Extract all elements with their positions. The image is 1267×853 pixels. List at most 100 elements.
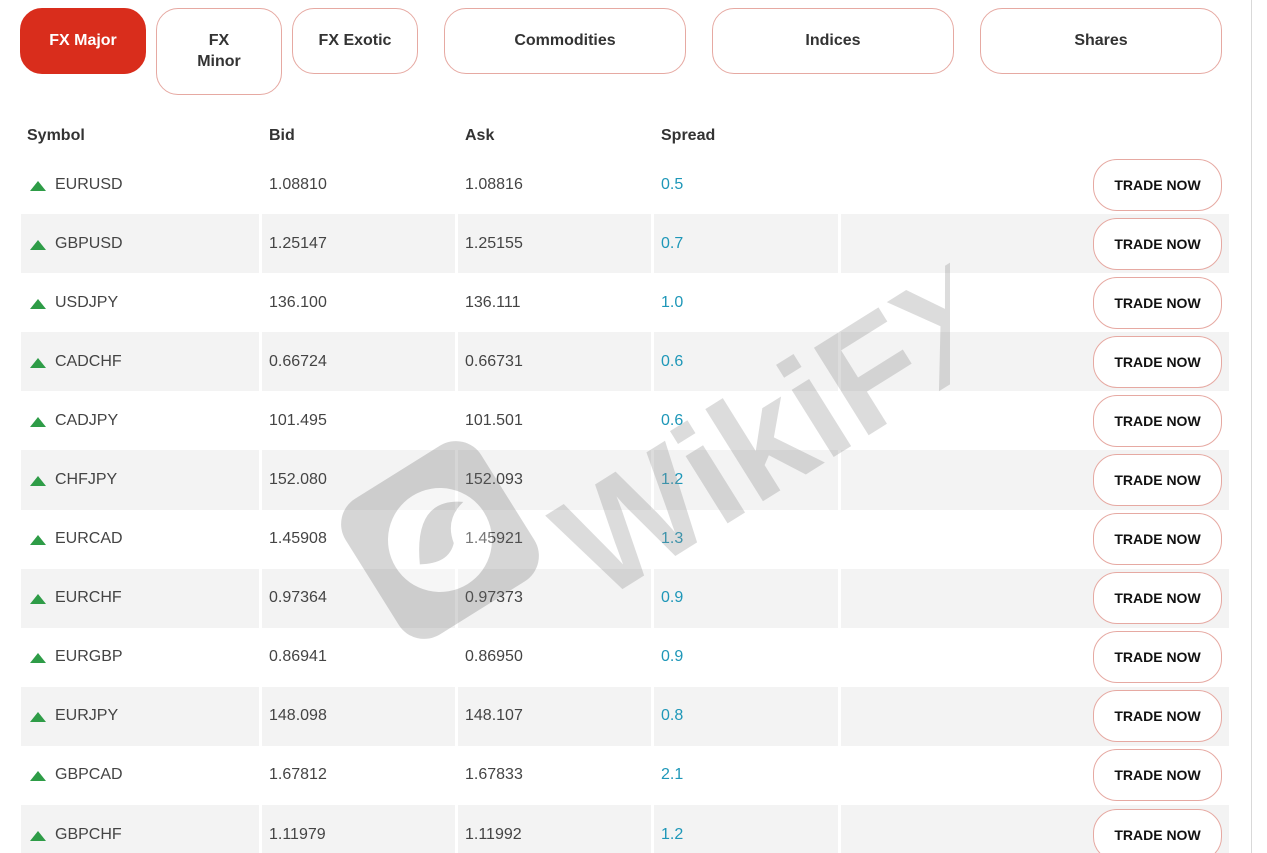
- market-tabs: FX Major FX Minor FX Exotic Commodities …: [0, 0, 1267, 100]
- table-row: EURCHF 0.97364 0.97373 0.9 TRADE NOW: [21, 568, 1229, 628]
- column-separator: [651, 686, 654, 746]
- column-separator: [838, 214, 841, 274]
- ask-cell: 152.093: [465, 471, 523, 489]
- trade-now-button[interactable]: TRADE NOW: [1093, 335, 1222, 388]
- tab-label: Commodities: [514, 31, 616, 49]
- bid-cell: 0.97364: [269, 589, 327, 607]
- header-ask: Ask: [465, 127, 495, 144]
- trade-now-button[interactable]: TRADE NOW: [1093, 631, 1222, 684]
- trend-up-icon: [30, 357, 46, 368]
- symbol-cell: EURUSD: [55, 175, 123, 193]
- bid-cell: 1.25147: [269, 234, 327, 252]
- trend-up-icon: [30, 239, 46, 250]
- trend-up-icon: [30, 298, 46, 309]
- ask-cell: 0.66731: [465, 352, 523, 370]
- column-separator: [455, 568, 458, 628]
- symbol-cell: EURCAD: [55, 530, 123, 548]
- trade-now-button[interactable]: TRADE NOW: [1093, 394, 1222, 447]
- trend-up-icon: [30, 771, 46, 782]
- symbol-cell: CADCHF: [55, 352, 122, 370]
- column-separator: [455, 214, 458, 274]
- bid-cell: 1.08810: [269, 175, 327, 193]
- table-row: EURGBP 0.86941 0.86950 0.9 TRADE NOW: [21, 628, 1229, 687]
- spread-cell: 2.1: [661, 766, 684, 784]
- column-separator: [259, 332, 262, 392]
- spread-cell: 0.9: [661, 589, 684, 607]
- bid-cell: 0.66724: [269, 352, 327, 370]
- trade-now-button[interactable]: TRADE NOW: [1093, 808, 1222, 853]
- bid-cell: 152.080: [269, 471, 327, 489]
- column-separator: [838, 686, 841, 746]
- column-separator: [651, 450, 654, 510]
- column-separator: [651, 568, 654, 628]
- spread-cell: 1.3: [661, 530, 684, 548]
- ask-cell: 148.107: [465, 707, 523, 725]
- symbol-cell: CHFJPY: [55, 471, 118, 489]
- ask-cell: 1.45921: [465, 530, 523, 548]
- symbol-cell: EURGBP: [55, 648, 123, 666]
- tab-label: FX Minor: [197, 31, 241, 70]
- column-separator: [455, 450, 458, 510]
- trade-now-button[interactable]: TRADE NOW: [1093, 749, 1222, 802]
- tab-fx-minor[interactable]: FX Minor: [156, 8, 282, 95]
- trade-now-button[interactable]: TRADE NOW: [1093, 217, 1222, 270]
- column-separator: [259, 805, 262, 853]
- table-row: CHFJPY 152.080 152.093 1.2 TRADE NOW: [21, 450, 1229, 510]
- bid-cell: 148.098: [269, 707, 327, 725]
- ask-cell: 0.86950: [465, 648, 523, 666]
- column-separator: [651, 805, 654, 853]
- spread-cell: 0.7: [661, 234, 684, 252]
- trade-now-button[interactable]: TRADE NOW: [1093, 454, 1222, 507]
- spread-cell: 1.2: [661, 471, 684, 489]
- spread-cell: 0.5: [661, 175, 684, 193]
- table-row: EURUSD 1.08810 1.08816 0.5 TRADE NOW: [21, 155, 1229, 214]
- spread-cell: 0.6: [661, 411, 684, 429]
- tab-label: Shares: [1074, 31, 1128, 49]
- table-header: Symbol Bid Ask Spread: [21, 117, 1229, 155]
- tab-commodities[interactable]: Commodities: [444, 8, 686, 74]
- bid-cell: 101.495: [269, 411, 327, 429]
- quotes-table: Symbol Bid Ask Spread EURUSD 1.08810 1.0…: [21, 117, 1229, 853]
- trade-now-button[interactable]: TRADE NOW: [1093, 276, 1222, 329]
- trend-up-icon: [30, 830, 46, 841]
- tab-shares[interactable]: Shares: [980, 8, 1222, 74]
- ask-cell: 1.11992: [465, 825, 522, 843]
- trend-up-icon: [30, 180, 46, 191]
- table-row: USDJPY 136.100 136.111 1.0 TRADE NOW: [21, 273, 1229, 332]
- symbol-cell: USDJPY: [55, 293, 119, 311]
- tab-label: Indices: [805, 31, 861, 49]
- ask-cell: 1.67833: [465, 766, 523, 784]
- symbol-cell: EURCHF: [55, 589, 122, 607]
- trade-now-button[interactable]: TRADE NOW: [1093, 572, 1222, 625]
- column-separator: [838, 805, 841, 853]
- table-row: GBPCAD 1.67812 1.67833 2.1 TRADE NOW: [21, 746, 1229, 805]
- trade-now-button[interactable]: TRADE NOW: [1093, 690, 1222, 743]
- symbol-cell: GBPCHF: [55, 825, 122, 843]
- trend-up-icon: [30, 476, 46, 487]
- table-row: EURCAD 1.45908 1.45921 1.3 TRADE NOW: [21, 510, 1229, 569]
- bid-cell: 1.11979: [269, 825, 326, 843]
- column-separator: [838, 568, 841, 628]
- ask-cell: 1.08816: [465, 175, 523, 193]
- tab-label: FX Major: [49, 31, 117, 49]
- trend-up-icon: [30, 416, 46, 427]
- table-row: GBPUSD 1.25147 1.25155 0.7 TRADE NOW: [21, 214, 1229, 274]
- trend-up-icon: [30, 712, 46, 723]
- bid-cell: 0.86941: [269, 648, 327, 666]
- tab-indices[interactable]: Indices: [712, 8, 954, 74]
- header-spread: Spread: [661, 127, 716, 144]
- symbol-cell: GBPCAD: [55, 766, 123, 784]
- column-separator: [259, 686, 262, 746]
- column-separator: [651, 332, 654, 392]
- column-separator: [455, 686, 458, 746]
- column-separator: [455, 332, 458, 392]
- tab-fx-major[interactable]: FX Major: [20, 8, 146, 74]
- trade-now-button[interactable]: TRADE NOW: [1093, 513, 1222, 566]
- spread-cell: 1.0: [661, 293, 684, 311]
- trade-now-button[interactable]: TRADE NOW: [1093, 158, 1222, 211]
- tab-fx-exotic[interactable]: FX Exotic: [292, 8, 418, 74]
- trend-up-icon: [30, 653, 46, 664]
- quotes-page: FX Major FX Minor FX Exotic Commodities …: [0, 0, 1267, 853]
- trend-up-icon: [30, 535, 46, 546]
- header-symbol: Symbol: [27, 127, 85, 144]
